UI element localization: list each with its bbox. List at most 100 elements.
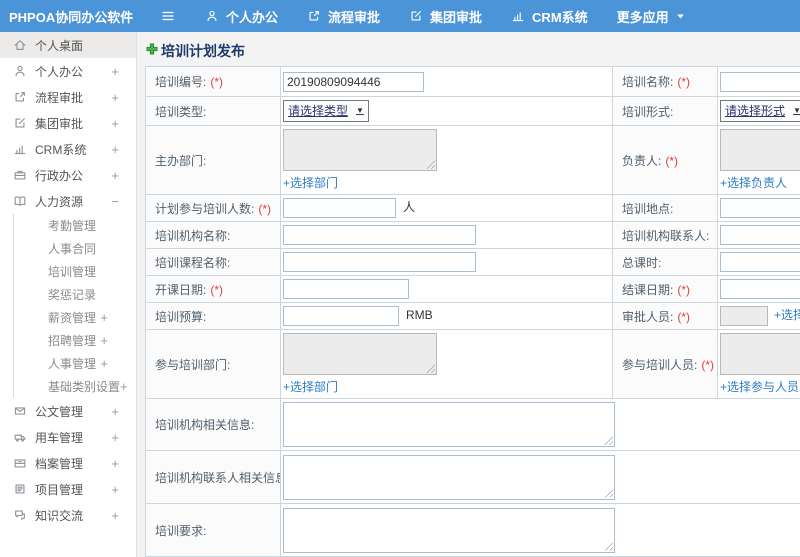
expand-toggle-icon: + [111, 167, 119, 183]
sidebar-subitem-hr-mgmt[interactable]: 人事管理 + [14, 352, 136, 375]
sidebar-subitem-attendance[interactable]: 考勤管理 [14, 214, 136, 237]
expand-toggle-icon: + [120, 379, 128, 394]
drawer-icon [13, 456, 27, 470]
leader-picker[interactable] [720, 129, 800, 171]
crm-chart-icon [511, 9, 525, 23]
participating-depts-cell: +选择部门 [280, 329, 613, 399]
flow-approval-icon [307, 9, 321, 23]
sidebar-item-archive[interactable]: 档案管理 + [0, 450, 136, 476]
training-org-contact-cell [717, 221, 800, 249]
nav-group-approval[interactable]: 集团审批 [409, 7, 482, 26]
sidebar-submenu: 考勤管理 人事合同培训管理奖惩记录薪资管理 + 招聘管理 + 人事管理 + 基础类别设置 + [13, 214, 136, 398]
nav-more-apps[interactable]: 更多应用 [617, 7, 685, 26]
training-course-name-label: 培训课程名称: [145, 248, 281, 276]
required-marker: (*) [210, 282, 224, 297]
vehicle-icon [13, 430, 27, 444]
form-row: 培训机构名称: 培训机构联系人: [145, 221, 800, 249]
sidebar-item-label: 个人桌面 [35, 38, 84, 53]
participants-picker[interactable] [720, 333, 800, 375]
total-class-hours-label: 总课时: [612, 248, 718, 276]
sidebar-item-hr[interactable]: 人力资源 − [0, 188, 136, 214]
end-date-input[interactable] [720, 279, 800, 299]
training-org-info-textarea[interactable] [283, 402, 615, 447]
start-date-input[interactable] [283, 279, 409, 299]
form-row: 培训要求: [145, 503, 800, 557]
sidebar-item-knowledge[interactable]: 知识交流 + [0, 502, 136, 528]
training-location-label: 培训地点: [612, 194, 718, 222]
participants-label: 参与培训人员: (*) [612, 329, 718, 399]
training-budget-input[interactable] [283, 306, 399, 326]
training-no-input[interactable] [283, 71, 424, 92]
nav-crm[interactable]: CRM系统 [511, 7, 588, 26]
planned-participants-input[interactable] [283, 198, 396, 218]
sidebar-item-vehicle[interactable]: 用车管理 + [0, 424, 136, 450]
form-row: 培训预算: RMB 审批人员:(*) +选择审批人员 [145, 302, 800, 330]
sidebar-item-group-approval[interactable]: 集团审批 + [0, 110, 136, 136]
sidebar-item-label: 行政办公 [35, 168, 84, 183]
training-course-name-input[interactable] [283, 252, 476, 272]
sidebar-subitem-recruiting[interactable]: 招聘管理 + [14, 329, 136, 352]
training-requirements-textarea[interactable] [283, 507, 615, 553]
briefcase-icon [13, 168, 27, 182]
sidebar-item-project[interactable]: 项目管理 + [0, 476, 136, 502]
training-org-name-label: 培训机构名称: [145, 221, 281, 249]
form-row: 培训课程名称: 总课时: [145, 248, 800, 276]
sidebar-item-label: 档案管理 [35, 456, 84, 471]
expand-toggle-icon: + [100, 333, 108, 348]
sidebar-item-label: CRM系统 [35, 142, 87, 157]
total-class-hours-input[interactable] [720, 252, 800, 272]
sidebar-item-flow-approval[interactable]: 流程审批 + [0, 84, 136, 110]
select-participating-dept-link[interactable]: +选择部门 [283, 378, 338, 395]
required-marker: (*) [701, 357, 715, 372]
sidebar-subitem-salary[interactable]: 薪资管理 + [14, 306, 136, 329]
edit-approval-icon [409, 9, 423, 23]
sidebar-subitem-base-category[interactable]: 基础类别设置 + [14, 375, 136, 398]
nav-label: 集团审批 [430, 9, 483, 25]
training-requirements-label: 培训要求: [145, 503, 281, 557]
nav-label: 个人办公 [226, 9, 279, 25]
training-plan-form: 培训编号:(*) 培训名称:(*) 培训类型:请选择类型▼ 培训形式:请选择形式▼ 主办… [145, 66, 800, 557]
clipboard-icon [13, 482, 27, 496]
caret-down-icon: ▼ [793, 106, 800, 115]
approver-label: 审批人员: (*) [612, 302, 718, 330]
sidebar-subitem-label: 培训管理 [48, 265, 97, 279]
sidebar-subitem-label: 奖惩记录 [48, 288, 97, 302]
training-budget-cell: RMB [280, 302, 613, 330]
planned-participants-label: 计划参与培训人数: (*) [145, 194, 281, 222]
sidebar-item-crm[interactable]: CRM系统 + [0, 136, 136, 162]
host-dept-picker[interactable] [283, 129, 437, 171]
training-org-name-input[interactable] [283, 225, 476, 245]
participating-depts-picker[interactable] [283, 333, 437, 375]
training-org-contact-info-textarea[interactable] [283, 454, 615, 500]
select-participants-link[interactable]: +选择参与人员 [720, 378, 799, 395]
expand-toggle-icon: + [100, 310, 108, 325]
select-approver-link[interactable]: +选择审批人员 [774, 308, 800, 322]
nav-flow-approval[interactable]: 流程审批 [307, 7, 380, 26]
sidebar-subitem-training[interactable]: 培训管理 [14, 260, 136, 283]
form-row: 主办部门: +选择部门 负责人: (*) +选择负责人 [145, 125, 800, 195]
sidebar-subitem-rewards[interactable]: 奖惩记录 [14, 283, 136, 306]
home-icon [13, 38, 27, 52]
sidebar-subitem-hr-contract[interactable]: 人事合同 [14, 237, 136, 260]
training-type-select[interactable]: 请选择类型 ▼ [283, 100, 369, 122]
sidebar-item-admin-office[interactable]: 行政办公 + [0, 162, 136, 188]
expand-toggle-icon: + [111, 507, 119, 523]
sidebar-item-label: 项目管理 [35, 482, 84, 497]
training-org-contact-label: 培训机构联系人: [612, 221, 718, 249]
expand-toggle-icon: + [111, 115, 119, 131]
training-name-cell [717, 66, 800, 97]
training-form-select[interactable]: 请选择形式 ▼ [720, 100, 800, 122]
approver-picker[interactable] [720, 306, 768, 326]
training-name-input[interactable] [720, 71, 800, 92]
sidebar-item-personal-office[interactable]: 个人办公 + [0, 58, 136, 84]
menu-icon[interactable] [157, 8, 179, 24]
sidebar-item-personal-desktop[interactable]: 个人桌面 [0, 32, 136, 58]
select-dept-link[interactable]: +选择部门 [283, 174, 338, 191]
training-location-input[interactable] [720, 198, 800, 218]
sidebar-item-official-doc[interactable]: 公文管理 + [0, 398, 136, 424]
start-date-cell [280, 275, 613, 303]
required-marker: (*) [677, 282, 691, 297]
training-org-contact-input[interactable] [720, 225, 800, 245]
nav-personal-office[interactable]: 个人办公 [205, 7, 278, 26]
select-leader-link[interactable]: +选择负责人 [720, 174, 787, 191]
